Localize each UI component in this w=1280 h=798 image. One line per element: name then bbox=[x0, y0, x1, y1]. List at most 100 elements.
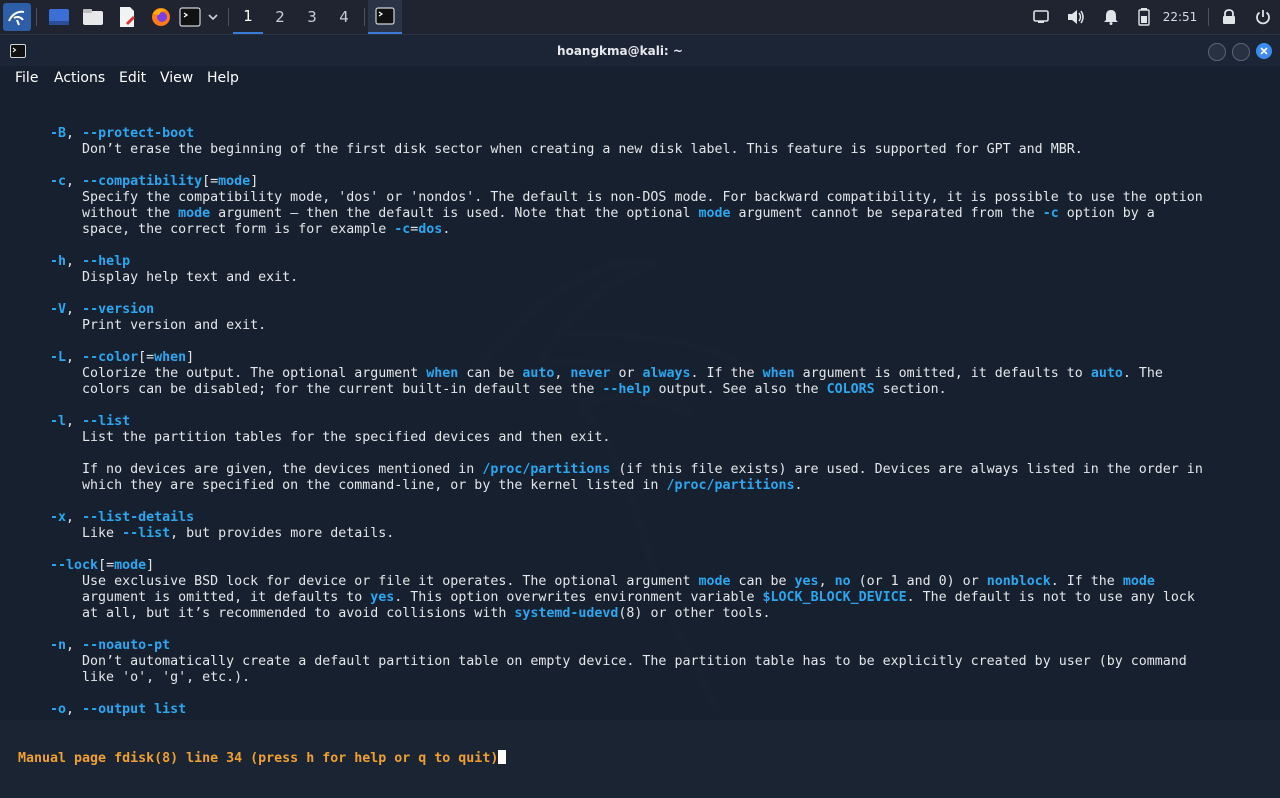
window-titlebar[interactable]: hoangkma@kali: ~ bbox=[0, 36, 1280, 66]
man-plain-text: option by a bbox=[1058, 206, 1155, 221]
man-option-text: -L bbox=[50, 350, 67, 365]
man-plain-text: . bbox=[442, 222, 451, 237]
scrollbar[interactable] bbox=[1272, 94, 1278, 714]
kali-menu-icon[interactable] bbox=[3, 3, 31, 31]
man-plain-text bbox=[18, 302, 50, 317]
menu-edit[interactable]: Edit bbox=[119, 66, 146, 90]
man-plain-text: argument — then the default is used. Not… bbox=[210, 206, 699, 221]
man-line: Don’t automatically create a default par… bbox=[18, 654, 1258, 670]
man-option-text: --color bbox=[82, 350, 139, 365]
power-icon[interactable] bbox=[1252, 3, 1274, 31]
man-option-text: --output bbox=[82, 702, 147, 717]
man-plain-text bbox=[18, 558, 50, 573]
close-button[interactable] bbox=[1256, 43, 1272, 59]
man-option-text: never bbox=[570, 366, 611, 381]
man-option-text: when bbox=[426, 366, 459, 381]
man-line: -V, --version bbox=[18, 302, 1258, 318]
man-plain-text bbox=[18, 174, 50, 189]
man-plain-text: . The bbox=[1122, 366, 1163, 381]
man-plain-text: Colorize the output. The optional argume… bbox=[18, 366, 427, 381]
man-option-text: -h bbox=[50, 254, 67, 269]
man-option-text: auto bbox=[522, 366, 555, 381]
man-plain-text: , bbox=[66, 126, 83, 141]
menu-bar: File Actions Edit View Help bbox=[0, 66, 1280, 90]
terminal-icon[interactable] bbox=[178, 3, 202, 31]
man-line: like 'o', 'g', etc.). bbox=[18, 670, 1258, 686]
man-plain-text: without the bbox=[18, 206, 179, 221]
man-option-text: -l bbox=[50, 414, 67, 429]
man-option-text: mode bbox=[1122, 574, 1155, 589]
man-plain-text: , bbox=[554, 366, 571, 381]
man-line: If no devices are given, the devices men… bbox=[18, 462, 1258, 478]
man-option-text: yes bbox=[794, 574, 819, 589]
man-plain-text: section. bbox=[874, 382, 947, 397]
man-plain-text: Use exclusive BSD lock for device or fil… bbox=[18, 574, 699, 589]
man-plain-text: Like bbox=[18, 526, 123, 541]
man-option-text: always bbox=[642, 366, 691, 381]
man-option-text: list bbox=[154, 702, 187, 717]
volume-icon[interactable] bbox=[1065, 3, 1087, 31]
man-plain-text: can be bbox=[458, 366, 523, 381]
man-line: -n, --noauto-pt bbox=[18, 638, 1258, 654]
man-option-text: -c bbox=[50, 174, 67, 189]
man-option-text: -o bbox=[50, 702, 67, 717]
pager-status-line: Manual page fdisk(8) line 34 (press h fo… bbox=[18, 750, 1258, 766]
chevron-down-icon[interactable] bbox=[204, 3, 222, 31]
man-line bbox=[18, 542, 1258, 558]
man-line bbox=[18, 398, 1258, 414]
man-option-text: --noauto-pt bbox=[82, 638, 171, 653]
file-manager-icon[interactable] bbox=[80, 3, 106, 31]
workspace-4[interactable]: 4 bbox=[329, 0, 359, 34]
minimize-button[interactable] bbox=[1208, 43, 1226, 61]
man-line: Print version and exit. bbox=[18, 318, 1258, 334]
terminal-output[interactable]: -B, --protect-boot Don’t erase the begin… bbox=[18, 94, 1258, 798]
man-plain-text: output. See also the bbox=[650, 382, 827, 397]
man-line: List the partition tables for the specif… bbox=[18, 430, 1258, 446]
man-option-text: mode bbox=[114, 558, 147, 573]
man-plain-text: , bbox=[818, 574, 835, 589]
man-option-text: /proc/partitions bbox=[666, 478, 795, 493]
man-option-text: when bbox=[762, 366, 795, 381]
terminal-window[interactable]: hoangkma@kali: ~ File Actions Edit View … bbox=[0, 36, 1280, 766]
text-editor-icon[interactable] bbox=[114, 3, 140, 31]
man-option-text: nonblock bbox=[986, 574, 1051, 589]
workspace-1[interactable]: 1 bbox=[233, 0, 263, 34]
workspace-3[interactable]: 3 bbox=[297, 0, 327, 34]
man-plain-text: Don’t automatically create a default par… bbox=[18, 654, 1187, 669]
man-option-text: mode bbox=[698, 574, 731, 589]
man-option-text: dos bbox=[418, 222, 443, 237]
lock-icon[interactable] bbox=[1218, 3, 1240, 31]
man-option-text: mode bbox=[218, 174, 251, 189]
window-title: hoangkma@kali: ~ bbox=[557, 44, 683, 58]
man-option-text: --lock bbox=[50, 558, 99, 573]
menu-actions[interactable]: Actions bbox=[54, 66, 105, 90]
man-line: -h, --help bbox=[18, 254, 1258, 270]
man-line bbox=[18, 622, 1258, 638]
man-plain-text: , bbox=[66, 174, 83, 189]
man-option-text: -B bbox=[50, 126, 67, 141]
menu-help[interactable]: Help bbox=[207, 66, 239, 90]
workspace-2[interactable]: 2 bbox=[265, 0, 295, 34]
man-option-text: -c bbox=[394, 222, 411, 237]
man-plain-text: like 'o', 'g', etc.). bbox=[18, 670, 251, 685]
terminal-task-icon[interactable] bbox=[368, 0, 402, 34]
notification-bell-icon[interactable] bbox=[1100, 3, 1122, 31]
display-icon[interactable] bbox=[1030, 3, 1052, 31]
man-plain-text: can be bbox=[730, 574, 795, 589]
man-plain-text: , bbox=[66, 302, 83, 317]
man-plain-text bbox=[18, 350, 50, 365]
desktop-icon[interactable] bbox=[46, 3, 72, 31]
maximize-button[interactable] bbox=[1232, 43, 1250, 61]
man-line bbox=[18, 494, 1258, 510]
man-plain-text: . The default is not to use any lock bbox=[906, 590, 1195, 605]
man-plain-text: , bbox=[66, 702, 83, 717]
man-plain-text: [= bbox=[138, 350, 155, 365]
man-plain-text: (8) or other tools. bbox=[618, 606, 771, 621]
close-icon bbox=[1260, 47, 1268, 55]
man-option-text: when bbox=[154, 350, 187, 365]
menu-file[interactable]: File bbox=[15, 66, 38, 90]
firefox-icon[interactable] bbox=[148, 3, 174, 31]
menu-view[interactable]: View bbox=[160, 66, 193, 90]
clock[interactable]: 22:51 bbox=[1162, 0, 1198, 34]
man-option-text: --list bbox=[82, 414, 131, 429]
